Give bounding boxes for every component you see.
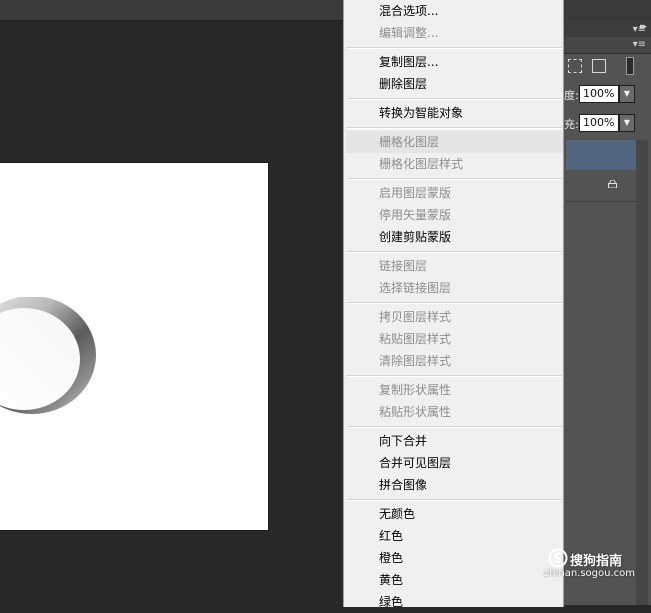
menu-item-create-clipping-mask[interactable]: 创建剪贴蒙版 — [346, 226, 563, 248]
menu-separator — [347, 127, 562, 129]
menu-item-enable-layer-mask[interactable]: 启用图层蒙版 — [346, 182, 563, 204]
menu-item-yellow[interactable]: 黄色 — [346, 569, 563, 591]
smart-object-filter-icon[interactable] — [592, 59, 606, 73]
menu-separator — [347, 375, 562, 377]
menu-item-link-layers[interactable]: 链接图层 — [346, 255, 563, 277]
opacity-row: 度: 100% ▼ — [564, 83, 651, 105]
sogou-logo-icon — [548, 548, 568, 568]
metallic-ring-shape — [0, 297, 96, 414]
menu-item-rasterize-layer[interactable]: 栅格化图层 — [346, 131, 563, 153]
layer-filter-row — [564, 54, 651, 82]
menu-item-flatten-image[interactable]: 拼合图像 — [346, 474, 563, 496]
menu-separator — [347, 251, 562, 253]
menu-item-duplicate-layer[interactable]: 复制图层... — [346, 51, 563, 73]
sogou-watermark: 搜狗指南 zhinan.sogou.com — [544, 548, 648, 584]
menu-item-paste-layer-style[interactable]: 粘贴图层样式 — [346, 328, 563, 350]
fill-label: 充: — [564, 118, 579, 131]
menu-item-disable-vector-mask[interactable]: 停用矢量蒙版 — [346, 204, 563, 226]
filter-toggle-icon[interactable] — [626, 57, 634, 75]
lock-icon — [608, 180, 617, 188]
menu-item-select-linked-layers[interactable]: 选择链接图层 — [346, 277, 563, 299]
opacity-label: 度: — [564, 89, 579, 102]
menu-item-rasterize-layer-style[interactable]: 栅格化图层样式 — [346, 153, 563, 175]
fill-field[interactable]: 100% — [579, 114, 619, 132]
menu-item-merge-down[interactable]: 向下合并 — [346, 430, 563, 452]
selected-layer-row[interactable] — [566, 140, 636, 170]
menu-item-edit-adjustment[interactable]: 编辑调整... — [346, 22, 563, 44]
panel-tab-bar: ▾≡ — [564, 37, 651, 54]
menu-item-copy-shape-attributes[interactable]: 复制形状属性 — [346, 379, 563, 401]
opacity-field[interactable]: 100% — [579, 85, 619, 103]
menu-item-blending-options[interactable]: 混合选项... — [346, 0, 563, 22]
watermark-url: zhinan.sogou.com — [544, 568, 636, 579]
layers-panel: ▸▸ ▾≡ ▾≡ 度: 100% ▼ 充: 100% ▼ — [564, 20, 651, 605]
menu-item-merge-visible[interactable]: 合并可见图层 — [346, 452, 563, 474]
menu-item-orange[interactable]: 橙色 — [346, 547, 563, 569]
menu-separator — [347, 98, 562, 100]
menu-item-convert-smart-object[interactable]: 转换为智能对象 — [346, 102, 563, 124]
menu-item-paste-shape-attributes[interactable]: 粘贴形状属性 — [346, 401, 563, 423]
menu-separator — [347, 499, 562, 501]
panel-menu-icon[interactable]: ▾≡ — [633, 24, 646, 35]
fill-row: 充: 100% ▼ — [564, 112, 651, 134]
layer-context-menu: 混合选项... 编辑调整... 复制图层... 删除图层 转换为智能对象 栅格化… — [343, 0, 564, 609]
menu-item-clear-layer-style[interactable]: 清除图层样式 — [346, 350, 563, 372]
menu-item-green[interactable]: 绿色 — [346, 591, 563, 613]
menu-item-no-color[interactable]: 无颜色 — [346, 503, 563, 525]
transform-filter-icon[interactable] — [568, 59, 582, 73]
menu-separator — [347, 178, 562, 180]
panel-options-icon[interactable]: ▾≡ — [633, 39, 646, 50]
opacity-dropdown-icon[interactable]: ▼ — [619, 85, 635, 103]
menu-separator — [347, 302, 562, 304]
panel-scrollbar[interactable] — [636, 140, 648, 605]
menu-item-delete-layer[interactable]: 删除图层 — [346, 73, 563, 95]
menu-separator — [347, 426, 562, 428]
menu-item-red[interactable]: 红色 — [346, 525, 563, 547]
watermark-title: 搜狗指南 — [570, 554, 623, 569]
canvas-workspace[interactable] — [0, 21, 343, 605]
menu-separator — [347, 47, 562, 49]
fill-dropdown-icon[interactable]: ▼ — [619, 114, 635, 132]
panel-header: ▸▸ ▾≡ — [564, 20, 651, 38]
menu-item-copy-layer-style[interactable]: 拷贝图层样式 — [346, 306, 563, 328]
background-layer-row[interactable] — [566, 171, 636, 202]
document-canvas[interactable] — [0, 163, 268, 530]
